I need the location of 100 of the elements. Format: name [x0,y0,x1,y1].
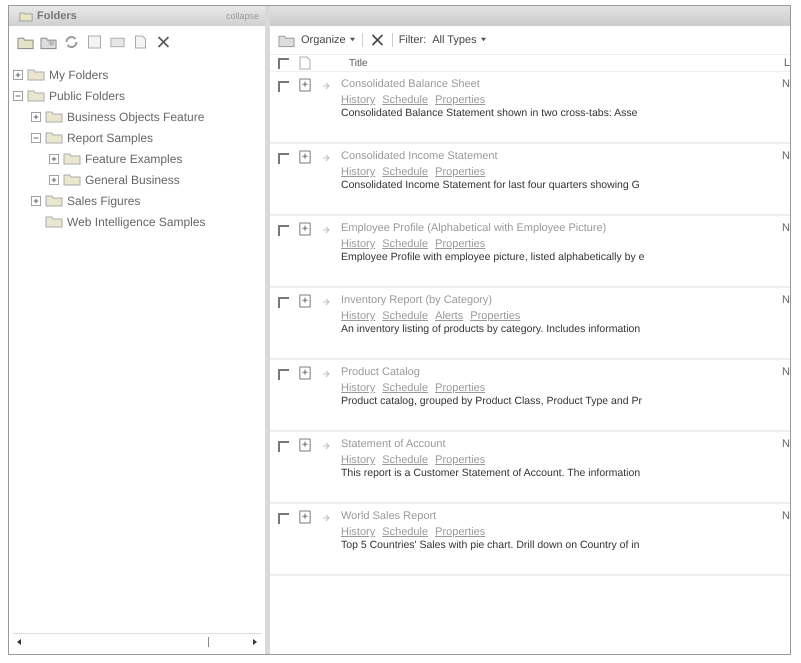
tree-item[interactable]: Business Objects Feature [67,110,204,124]
document-icon[interactable] [86,34,103,50]
expand-icon[interactable] [49,174,59,184]
expand-icon[interactable] [13,70,23,80]
report-link[interactable]: History [341,238,376,250]
checkbox[interactable] [278,369,289,380]
report-title[interactable]: Consolidated Balance Sheet [341,78,772,90]
folder-icon [45,110,63,123]
checkbox[interactable] [278,153,289,164]
document-icon [299,56,311,70]
caret-icon [480,36,487,43]
report-icon [299,510,311,524]
arrow-icon [321,153,331,163]
column-header[interactable]: L [784,57,790,69]
report-icon [299,78,311,92]
table-cell: N [782,150,790,162]
table-cell: N [782,222,790,234]
arrow-icon [321,81,331,91]
report-icon [299,150,311,164]
organize-menu[interactable]: Organize [301,34,356,46]
report-link[interactable]: Schedule [382,454,428,466]
checkbox[interactable] [278,81,289,92]
expand-icon[interactable] [49,154,59,164]
folder-icon [63,152,81,165]
tree-item[interactable]: Report Samples [67,130,154,144]
report-link[interactable]: Properties [435,166,486,178]
report-link[interactable]: Schedule [382,526,428,538]
folder-icon [27,68,45,81]
expand-icon[interactable] [31,112,41,122]
report-link[interactable]: Schedule [382,166,428,178]
report-description: Consolidated Income Statement for last four quarters showing G [341,179,641,191]
checkbox[interactable] [278,513,289,524]
tree-item[interactable]: Feature Examples [85,152,182,166]
folder-icon [45,131,63,144]
report-description: An inventory listing of products by category. Includes information [341,323,642,335]
folder-icon [45,194,63,207]
checkbox[interactable] [278,441,289,452]
report-link[interactable]: Schedule [382,310,428,322]
report-description: Top 5 Countries' Sales with pie chart. Drill down on Country of in [341,539,640,551]
report-icon [299,222,311,236]
report-icon [299,366,311,380]
tree-item[interactable]: General Business [85,172,180,186]
tree-item[interactable]: Web Intelligence Samples [67,214,206,228]
column-header[interactable]: Title [349,58,774,68]
delete-icon[interactable] [155,34,172,50]
report-icon [299,438,311,452]
collapse-icon[interactable] [31,132,41,142]
panel-title: Folders [37,10,77,22]
report-title[interactable]: Employee Profile (Alphabetical with Employee Picture) [341,222,772,234]
report-link[interactable]: Properties [435,94,486,106]
report-link[interactable]: History [341,382,376,394]
report-description: Consolidated Balance Statement shown in two cross-tabs: Asse [341,107,638,119]
report-title[interactable]: Statement of Account [341,438,772,450]
report-link[interactable]: Properties [435,238,486,250]
folder-icon [63,173,81,186]
expand-icon[interactable] [31,196,41,206]
report-link[interactable]: History [341,310,376,322]
caret-icon [348,36,356,43]
report-link[interactable]: Alerts [435,310,464,322]
report-link[interactable]: History [341,526,376,538]
refresh-icon[interactable] [63,34,80,50]
report-link[interactable]: History [341,166,376,178]
report-link[interactable]: History [341,454,376,466]
scroll-left-icon[interactable] [15,638,23,646]
arrow-icon [321,297,331,307]
report-title[interactable]: Product Catalog [341,366,772,378]
tree-item[interactable]: Sales Figures [67,194,140,208]
report-link[interactable]: Schedule [382,94,428,106]
arrow-icon [321,369,331,379]
report-title[interactable]: Inventory Report (by Category) [341,294,772,306]
report-link[interactable]: Properties [435,454,486,466]
report-link[interactable]: Properties [470,310,520,322]
folder-icon [27,89,45,102]
arrow-icon [321,513,331,523]
copy-icon[interactable] [132,34,149,50]
report-icon [299,294,311,308]
folder-icon [45,215,63,228]
report-link[interactable]: History [341,94,376,106]
report-title[interactable]: Consolidated Income Statement [341,150,772,162]
checkbox[interactable] [278,225,289,236]
table-cell: N [782,366,790,378]
arrow-icon [321,225,331,235]
report-link[interactable]: Properties [435,382,486,394]
checkbox[interactable] [278,297,289,308]
report-link[interactable]: Properties [435,526,486,538]
report-link[interactable]: Schedule [382,382,428,394]
tree-item[interactable]: My Folders [49,68,108,82]
table-cell: N [782,510,790,522]
horizontal-scrollbar[interactable] [13,633,261,650]
report-title[interactable]: World Sales Report [341,510,772,522]
arrow-icon [321,441,331,451]
tree-item[interactable]: Public Folders [49,88,126,102]
table-cell: N [782,78,790,90]
report-link[interactable]: Schedule [382,238,428,250]
scroll-right-icon[interactable] [251,638,259,646]
filter-dropdown[interactable]: All Types [432,34,487,46]
collapse-icon[interactable] [13,90,23,100]
report-description: Employee Profile with employee picture, listed alphabetically by e [341,251,646,263]
collapse-button[interactable]: collapse [226,11,259,21]
checkbox[interactable] [278,58,289,68]
